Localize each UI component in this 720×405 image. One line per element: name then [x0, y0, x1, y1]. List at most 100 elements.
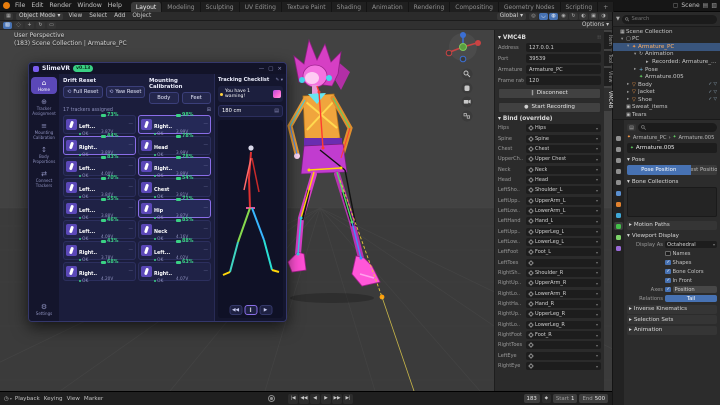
media-button[interactable]: ◀◀	[229, 305, 242, 315]
drag-handle-icon[interactable]: ∷	[598, 35, 601, 41]
row-extra-icons[interactable]: ✓ ▽	[708, 82, 717, 87]
proportional-edit-icon[interactable]: ◎	[529, 13, 538, 20]
tracker-card[interactable]: Right.. OK 98% 3.99V —	[138, 115, 211, 134]
timeline-menu[interactable]: Playback	[15, 396, 40, 402]
move-tool-icon[interactable]: +	[25, 22, 34, 29]
bone-select-field[interactable]: ▾	[526, 341, 601, 349]
outliner-row[interactable]: ▸ ▽ Body ✓ ▽	[613, 81, 720, 89]
bone-select-field[interactable]: Upper Chest▾	[526, 155, 601, 163]
slimevr-titlebar[interactable]: SlimeVR v0.13 —▢×	[29, 63, 286, 74]
tracker-card[interactable]: Right.. OK 78% 3.89V —	[138, 157, 211, 176]
field-value[interactable]: 39539	[526, 54, 601, 63]
mounting-button[interactable]: Feet	[182, 92, 212, 104]
scale-tool-icon[interactable]: ▭	[47, 22, 56, 29]
tracker-card[interactable]: Right.. OK 63% 4.07V —	[138, 262, 211, 281]
properties-filter-icon[interactable]: ▤	[627, 124, 636, 131]
select-box-tool-icon[interactable]: ▧	[3, 22, 12, 29]
workspace-tab[interactable]: Layout	[131, 2, 162, 12]
workspace-tab[interactable]: Geometry Nodes	[499, 2, 561, 12]
transport-button[interactable]: ▶	[321, 394, 331, 404]
transport-button[interactable]: |◀	[288, 394, 298, 404]
workspace-tab[interactable]: Rendering	[409, 2, 451, 12]
outliner-row[interactable]: ▾ ↻ Animation	[613, 51, 720, 59]
motion-paths-section[interactable]: ▸Motion Paths	[627, 221, 717, 230]
window-control-icon[interactable]: ▢	[268, 66, 273, 72]
bone-select-field[interactable]: LowerLeg_R▾	[526, 321, 601, 329]
outliner-row[interactable]: ▸ ▽ Shoe ✓ ▽	[613, 96, 720, 104]
nav-item[interactable]: ⌂ Home	[31, 77, 57, 94]
transport-button[interactable]: ▶▶	[332, 394, 342, 404]
axes-checkbox[interactable]	[665, 287, 671, 293]
bone-select-field[interactable]: Spine▾	[526, 135, 601, 143]
current-frame-field[interactable]: 183	[524, 394, 540, 403]
bone-select-field[interactable]: LowerArm_R▾	[526, 290, 601, 298]
timeline-menu[interactable]: Keying	[44, 396, 63, 402]
properties-tab[interactable]	[614, 200, 623, 208]
bone-select-field[interactable]: LowerLeg_L▾	[526, 238, 601, 246]
transport-button[interactable]: ◀	[310, 394, 320, 404]
bone-select-field[interactable]: ▾	[526, 352, 601, 360]
tracker-card[interactable]: Right.. OK 44% 3.89V —	[63, 136, 136, 155]
drift-reset-button[interactable]: ⟲Full Reset	[63, 86, 103, 98]
bone-select-field[interactable]: Foot_L▾	[526, 248, 601, 256]
outliner-row[interactable]: ▣ Tears	[613, 111, 720, 119]
outliner-row[interactable]: ▣ Sweat_items	[613, 103, 720, 111]
bone-select-field[interactable]: Neck▾	[526, 166, 601, 174]
outliner-row[interactable]: ▾ ✦ Armature_PC	[613, 43, 720, 51]
properties-tab[interactable]	[614, 189, 623, 197]
tracker-card[interactable]: Hip OK 71% 3.87V —	[138, 199, 211, 218]
checkbox[interactable]	[665, 278, 671, 284]
bone-select-field[interactable]: Shoulder_L▾	[526, 186, 601, 194]
checkbox[interactable]	[665, 260, 671, 266]
properties-tab[interactable]	[614, 178, 623, 186]
pose-position-button[interactable]: Pose Position	[627, 165, 691, 175]
view-layer-icon[interactable]: ▤	[703, 2, 709, 9]
properties-search[interactable]	[638, 123, 717, 132]
viewport-menu[interactable]: View	[66, 13, 84, 19]
bone-select-field[interactable]: Hand_L▾	[526, 217, 601, 225]
properties-tab[interactable]	[614, 222, 623, 230]
settings-button[interactable]: ⚙ Settings	[31, 301, 57, 318]
display-as-dropdown[interactable]: Octahedral▾	[665, 241, 717, 249]
workspace-tab[interactable]: Shading	[332, 2, 367, 12]
window-control-icon[interactable]: —	[259, 66, 265, 72]
overlays-icon[interactable]: ◐	[579, 13, 588, 20]
properties-tab[interactable]	[614, 156, 623, 164]
transport-button[interactable]: ▶|	[343, 394, 353, 404]
bone-select-field[interactable]: LowerArm_L▾	[526, 207, 601, 215]
tracker-card[interactable]: Left... OK 70% 3.84V —	[63, 178, 136, 197]
bone-select-field[interactable]: ▾	[526, 259, 601, 267]
row-extra-icons[interactable]: ✓ ▽	[708, 90, 717, 95]
collapsed-section[interactable]: ▸Selection Sets	[627, 315, 717, 324]
collapsed-section[interactable]: ▸Inverse Kinematics	[627, 305, 717, 314]
snap-target-icon[interactable]: ◍	[549, 13, 558, 20]
frame-start-field[interactable]: Start1	[553, 394, 578, 403]
collapsed-section[interactable]: ▸Animation	[627, 326, 717, 335]
nav-item[interactable]: ⇄ Connect Trackers	[31, 168, 57, 190]
cursor-tool-icon[interactable]: ◌	[14, 22, 23, 29]
field-value[interactable]: 127.0.0.1	[526, 43, 601, 52]
workspace-tab[interactable]: Sculpting	[201, 2, 240, 12]
transport-button[interactable]: ◀◀	[299, 394, 309, 404]
sidebar-tab[interactable]: VMC4B	[604, 88, 612, 111]
outliner-search[interactable]	[622, 15, 717, 24]
filter-funnel-icon[interactable]: ▼	[616, 16, 620, 22]
bone-select-field[interactable]: ▾	[526, 362, 601, 370]
bone-select-field[interactable]: UpperArm_R▾	[526, 279, 601, 287]
workspace-tab[interactable]: +	[598, 2, 614, 12]
row-extra-icons[interactable]: ✓ ▽	[708, 97, 717, 102]
snap-magnet-icon[interactable]: ◡	[539, 13, 548, 20]
mode-dropdown[interactable]: Object Mode▾	[16, 13, 63, 20]
orientation-dropdown[interactable]: Global▾	[497, 13, 526, 20]
workspace-tab[interactable]: Animation	[367, 2, 409, 12]
keying-set-icon[interactable]: ◆	[542, 394, 551, 403]
sidebar-tab[interactable]: Item	[604, 32, 612, 49]
properties-tab[interactable]	[614, 134, 623, 142]
scene-selector[interactable]: Scene	[681, 2, 699, 9]
outliner-row[interactable]: ▸ Recorded: Armature_PC..	[613, 58, 720, 66]
height-field[interactable]: ▤	[218, 105, 283, 117]
shading-icon[interactable]: ◑	[599, 13, 608, 20]
grid-view-toggle-icon[interactable]: ⊞	[207, 107, 211, 113]
tracker-card[interactable]: Left... OK 46% 4.09V —	[63, 220, 136, 239]
mounting-button[interactable]: Body	[149, 92, 179, 104]
